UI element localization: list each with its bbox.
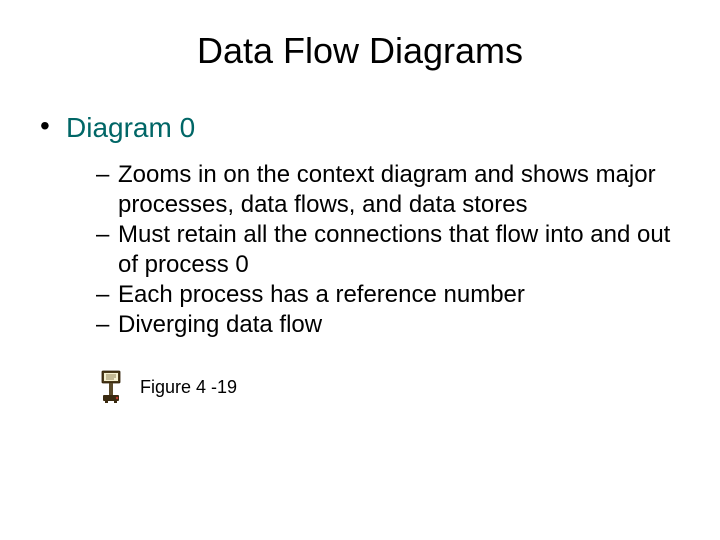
figure-caption: Figure 4 -19 xyxy=(140,377,237,398)
sub-bullet: Each process has a reference number xyxy=(96,280,680,310)
bullet-diagram-0: Diagram 0 xyxy=(40,112,680,144)
figure-row: Figure 4 -19 xyxy=(100,370,680,404)
bullet-list-level2: Zooms in on the context diagram and show… xyxy=(96,160,680,340)
sub-bullet: Diverging data flow xyxy=(96,310,680,340)
slide: Data Flow Diagrams Diagram 0 Zooms in on… xyxy=(0,0,720,540)
slide-title: Data Flow Diagrams xyxy=(40,30,680,72)
sub-bullet: Zooms in on the context diagram and show… xyxy=(96,160,680,220)
bullet-level1-text: Diagram 0 xyxy=(66,112,195,143)
sub-bullet: Must retain all the connections that flo… xyxy=(96,220,680,280)
projector-icon xyxy=(100,370,122,404)
bullet-list-level1: Diagram 0 xyxy=(40,112,680,144)
